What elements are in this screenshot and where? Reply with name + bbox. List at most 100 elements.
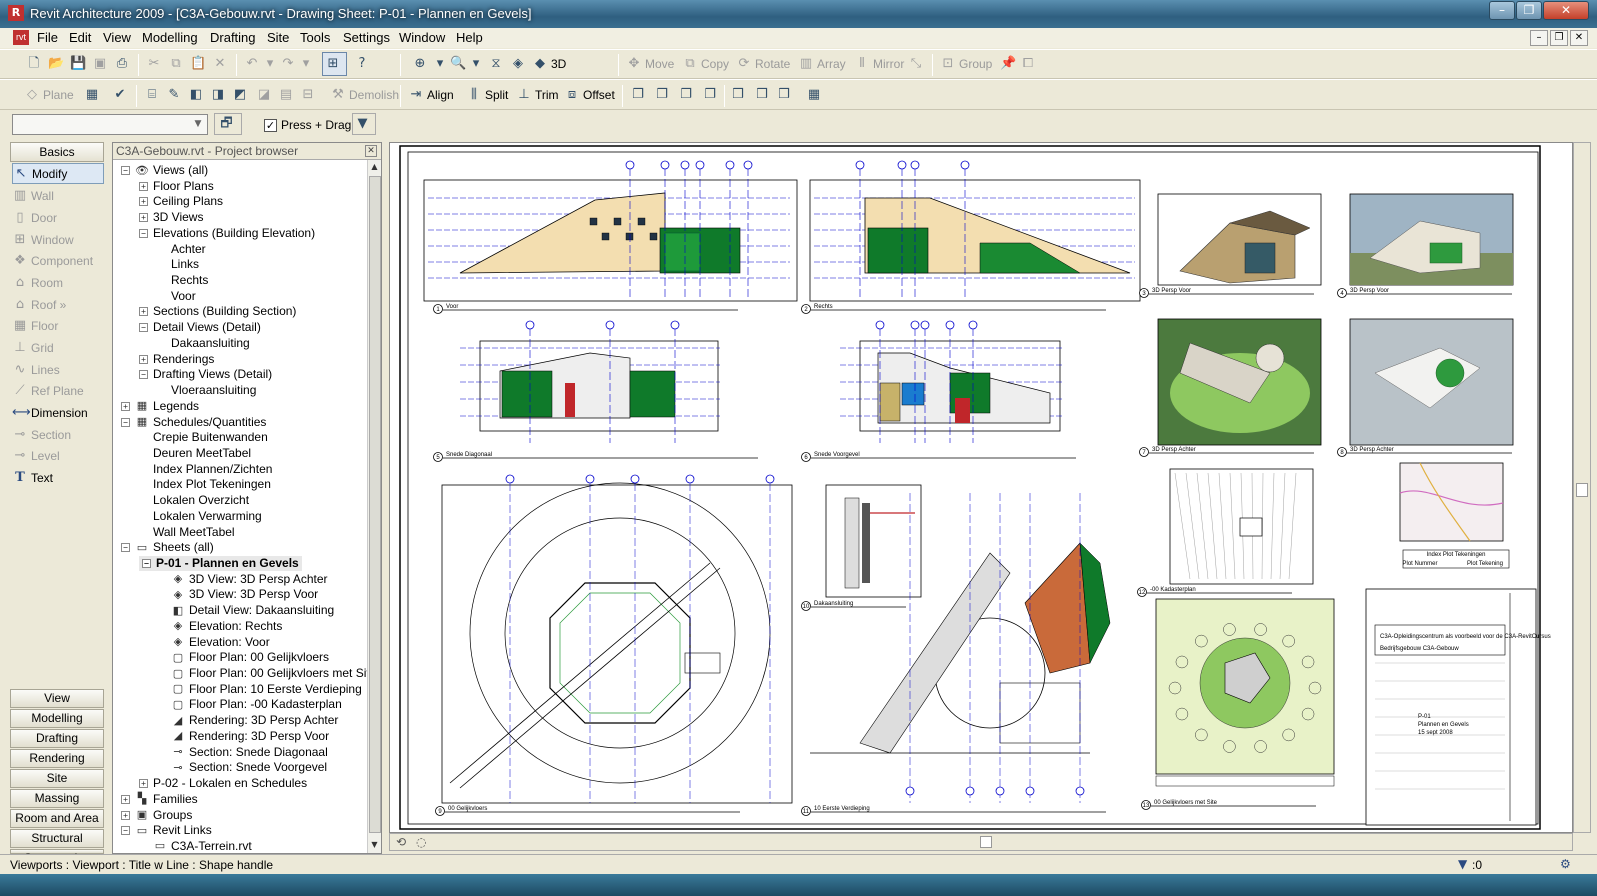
mdi-restore-button[interactable]: ❐	[1550, 30, 1568, 46]
browser-tree-item[interactable]: + Floor Plans	[139, 179, 214, 194]
level-tool[interactable]: ⊸ Level	[12, 445, 104, 466]
component-tool[interactable]: ❖ Component	[12, 250, 104, 271]
view-tool-2-button[interactable]: ❐	[654, 84, 673, 106]
expand-icon[interactable]: +	[139, 197, 148, 207]
browser-tree-item[interactable]: ◈ 3D View: 3D Persp Achter	[171, 572, 328, 587]
dimension-tool[interactable]: ⟷ Dimension	[12, 402, 104, 423]
eyedropper-button[interactable]: ✎	[166, 84, 185, 106]
collapse-icon[interactable]: −	[121, 166, 130, 175]
mdi-minimize-button[interactable]: –	[1530, 30, 1548, 46]
tab-modelling[interactable]: Modelling	[10, 709, 104, 728]
browser-scrollbar[interactable]: ▲ ▼	[367, 160, 381, 853]
menu-site[interactable]: Site	[267, 30, 289, 45]
browser-tree-item[interactable]: ▢ Floor Plan: 00 Gelijkvloers	[171, 650, 329, 665]
close-icon[interactable]: ✕	[365, 145, 377, 157]
print-button[interactable]: ⎙	[114, 53, 133, 75]
spell-check-button[interactable]: ✔	[112, 84, 131, 106]
save-button[interactable]: 💾	[70, 53, 89, 75]
open-button[interactable]: 📂	[48, 53, 67, 75]
sheet-drawing[interactable]: 1 Voor 2 Rechts3 3D Persp Voor 4 3D Persp Voor…	[390, 143, 1572, 832]
browser-tree-item[interactable]: Links	[171, 257, 199, 272]
browser-tree-item[interactable]: Index Plot Tekeningen	[153, 477, 271, 492]
scrollbar-thumb[interactable]	[369, 176, 381, 833]
split-button[interactable]: ⫼ Split	[466, 84, 508, 106]
close-button[interactable]: ✕	[1543, 1, 1589, 20]
expand-icon[interactable]: +	[121, 401, 130, 411]
ref-plane-tool[interactable]: ⟋ Ref Plane	[12, 380, 104, 401]
expand-icon[interactable]: +	[139, 307, 148, 317]
properties-button[interactable]: ⊞	[322, 52, 347, 76]
browser-tree-item[interactable]: + Renderings	[139, 352, 214, 367]
browser-tree-item[interactable]: − Drafting Views (Detail)	[139, 367, 272, 382]
zoom-button[interactable]: 🔍	[450, 53, 469, 75]
browser-tree-item[interactable]: ◢ Rendering: 3D Persp Achter	[171, 713, 339, 728]
default-3d-button[interactable]: ◈	[510, 53, 529, 75]
scroll-down-icon[interactable]: ▼	[368, 838, 381, 852]
browser-tree-item[interactable]: ⊸ Section: Snede Voorgevel	[171, 760, 327, 775]
wall-tool[interactable]: ▥ Wall	[12, 185, 104, 206]
view-tool-4-button[interactable]: ❐	[702, 84, 721, 106]
lines-tool[interactable]: ∿ Lines	[12, 359, 104, 380]
room-tool[interactable]: ⌂ Room	[12, 272, 104, 293]
scroll-up-icon[interactable]: ▲	[368, 160, 381, 174]
text-tool[interactable]: T Text	[12, 467, 104, 488]
undo-button[interactable]: ↶	[244, 53, 263, 75]
network-icon[interactable]: ⚙	[1560, 857, 1571, 871]
browser-tree-item[interactable]: ▢ Floor Plan: 00 Gelijkvloers met Site	[171, 666, 377, 681]
openings-button[interactable]: ⊟	[300, 84, 319, 106]
paint-button[interactable]: ◧	[188, 84, 207, 106]
paste-button[interactable]: 📋	[190, 53, 209, 75]
browser-tree-item[interactable]: Rechts	[171, 273, 208, 288]
wall-joins-button[interactable]: ▤	[278, 84, 297, 106]
browser-tree-item[interactable]: + ▚ Families	[121, 792, 198, 807]
tab-massing[interactable]: Massing	[10, 789, 104, 808]
section-tool[interactable]: ⊸ Section	[12, 424, 104, 445]
match-type-button[interactable]: ⌸	[144, 84, 163, 106]
resize-button[interactable]: ⤡	[908, 53, 927, 75]
cut-geometry-button[interactable]: ◪	[256, 84, 275, 106]
type-selector[interactable]: ▼	[12, 114, 208, 135]
rotate-button[interactable]: ⟳ Rotate	[736, 53, 791, 75]
tab-view[interactable]: View	[10, 689, 104, 708]
browser-tree-item[interactable]: ⊸ Section: Snede Diagonaal	[171, 745, 327, 760]
browser-tree-item[interactable]: Vloeraansluiting	[171, 383, 256, 398]
menu-tools[interactable]: Tools	[300, 30, 330, 45]
menu-settings[interactable]: Settings	[343, 30, 390, 45]
collapse-icon[interactable]: −	[121, 826, 130, 836]
browser-tree-item[interactable]: Deuren MeetTabel	[153, 446, 251, 461]
unpin-button[interactable]: ⧠	[1020, 53, 1039, 75]
revit-app-icon[interactable]: R	[8, 5, 24, 21]
redo-dropdown[interactable]: ▾	[298, 53, 317, 75]
offset-button[interactable]: ⧈ Offset	[564, 84, 615, 106]
browser-tree-item[interactable]: ◈ 3D View: 3D Persp Voor	[171, 587, 318, 602]
zoom-dropdown[interactable]: ▾	[432, 53, 451, 75]
cut-button[interactable]: ✂	[146, 53, 165, 75]
light-bulb-icon[interactable]: ◌	[416, 835, 426, 849]
browser-tree-item[interactable]: + Sections (Building Section)	[139, 304, 296, 319]
browser-tree-item[interactable]: Wall MeetTabel	[153, 525, 235, 540]
browser-tree-item[interactable]: Crepie Buitenwanden	[153, 430, 268, 445]
scrollbar-thumb[interactable]	[980, 836, 992, 848]
browser-tree-item[interactable]: ▭ C3A-Terrein.rvt	[153, 839, 252, 854]
menu-edit[interactable]: Edit	[69, 30, 91, 45]
copy-clipboard-button[interactable]: ⧉	[168, 53, 187, 75]
menu-file[interactable]: File	[37, 30, 58, 45]
browser-tree-item[interactable]: ▢ Floor Plan: -00 Kadasterplan	[171, 697, 342, 712]
browser-tree-item[interactable]: Dakaansluiting	[171, 336, 250, 351]
menu-window[interactable]: Window	[399, 30, 445, 45]
save-all-button[interactable]: ▣	[92, 53, 111, 75]
filter-button[interactable]: ▼	[352, 113, 376, 135]
drawing-area[interactable]: 1 Voor 2 Rechts 3 3D Persp Voor 4 3D Persp Voor…	[389, 142, 1573, 833]
tab-rendering[interactable]: Rendering	[10, 749, 104, 768]
browser-tree-item[interactable]: + P-02 - Lokalen en Schedules	[139, 776, 307, 791]
view-tool-1-button[interactable]: ❐	[630, 84, 649, 106]
browser-tree-item[interactable]: − Elevations (Building Elevation)	[139, 226, 315, 241]
expand-icon[interactable]: +	[139, 213, 148, 223]
browser-tree-item[interactable]: +3D Views	[139, 210, 203, 225]
minimize-button[interactable]: –	[1489, 1, 1515, 20]
tab-site[interactable]: Site	[10, 769, 104, 788]
expand-icon[interactable]: +	[139, 181, 148, 191]
browser-tree-item[interactable]: Lokalen Overzicht	[153, 493, 249, 508]
array-button[interactable]: ▥ Array	[798, 53, 846, 75]
view-tool-6-button[interactable]: ❒	[754, 84, 773, 106]
